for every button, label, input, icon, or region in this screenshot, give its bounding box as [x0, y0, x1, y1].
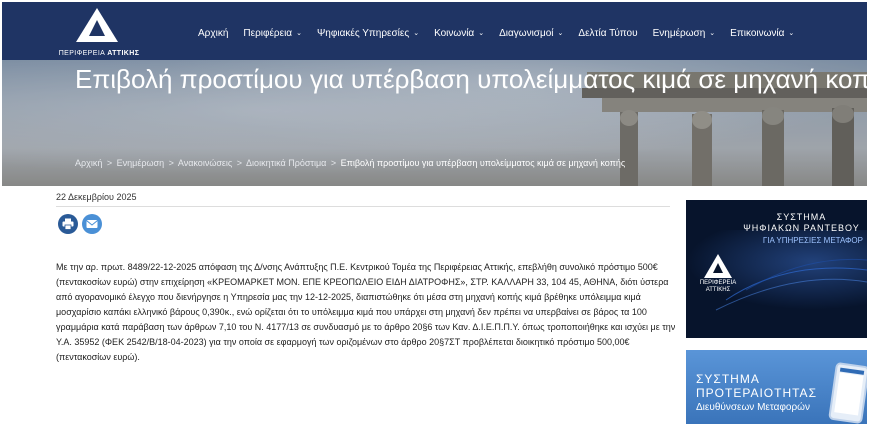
breadcrumb-home[interactable]: Αρχική: [75, 158, 102, 168]
print-icon: [62, 218, 74, 230]
priority-system-banner[interactable]: ΣΥΣΤΗΜΑ ΠΡΟΤΕΡΑΙΟΤΗΤΑΣ Διευθύνσεων Μεταφο…: [686, 350, 867, 424]
nav-item-home[interactable]: Αρχική: [198, 28, 228, 39]
nav-item-digital-services[interactable]: Ψηφιακές Υπηρεσίες ⌄: [317, 28, 419, 39]
divider: [56, 206, 670, 207]
main-nav: Αρχική Περιφέρεια ⌄ Ψηφιακές Υπηρεσίες ⌄ Κ…: [198, 24, 809, 42]
breadcrumb-news[interactable]: Ενημέρωση: [117, 158, 164, 168]
article-body: Με την αρ. πρωτ. 8489/22-12-2025 απόφαση…: [56, 262, 676, 362]
breadcrumb-announcements[interactable]: Ανακοινώσεις: [178, 158, 232, 168]
chevron-down-icon: ⌄: [709, 29, 716, 37]
email-button[interactable]: [82, 214, 102, 234]
mail-icon: [86, 220, 98, 228]
breadcrumb-current: Επιβολή προστίμου για υπέρβαση υπολείμμα…: [340, 158, 626, 168]
nav-item-contact[interactable]: Επικοινωνία ⌄: [730, 28, 794, 39]
breadcrumb: Αρχική > Ενημέρωση > Ανακοινώσεις > Διοι…: [75, 158, 626, 168]
phone-image: [828, 361, 867, 424]
nav-item-news[interactable]: Ενημέρωση ⌄: [653, 28, 716, 39]
logo-triangle-icon: [704, 254, 732, 278]
article-date: 22 Δεκεμβρίου 2025: [56, 192, 137, 202]
nav-item-society[interactable]: Κοινωνία ⌄: [434, 28, 484, 39]
breadcrumb-administrative-fines[interactable]: Διοικητικά Πρόστιμα: [246, 158, 326, 168]
chevron-down-icon: ⌄: [296, 29, 302, 37]
banner-title: ΣΥΣΤΗΜΑ ΨΗΦΙΑΚΩΝ ΡΑΝΤΕΒΟΥ: [743, 212, 860, 233]
page-title: Επιβολή προστίμου για υπέρβαση υπολείμμα…: [75, 64, 867, 94]
nav-item-tenders[interactable]: Διαγωνισμοί ⌄: [499, 28, 563, 39]
chevron-down-icon: ⌄: [478, 29, 485, 37]
banner-logo-text: ΠΕΡΙΦΕΡΕΙΑ ΑΤΤΙΚΗΣ: [699, 280, 737, 293]
banner-subtitle: ΓΙΑ ΥΠΗΡΕΣΙΕΣ ΜΕΤΑΦΟΡ: [762, 236, 863, 245]
nav-item-region[interactable]: Περιφέρεια ⌄: [243, 28, 302, 39]
logo-text: ΠΕΡΙΦΕΡΕΙΑ ΑΤΤΙΚΗΣ: [58, 50, 140, 57]
nav-item-press-releases[interactable]: Δελτία Τύπου: [578, 28, 637, 39]
logo-triangle-icon: [76, 8, 118, 42]
site-header: ΠΕΡΙΦΕΡΕΙΑ ΑΤΤΙΚΗΣ Αρχική Περιφέρεια ⌄ Ψη…: [2, 2, 867, 60]
digital-appointments-banner[interactable]: ΣΥΣΤΗΜΑ ΨΗΦΙΑΚΩΝ ΡΑΝΤΕΒΟΥ ΓΙΑ ΥΠΗΡΕΣΙΕΣ Μ…: [686, 200, 867, 338]
chevron-down-icon: ⌄: [557, 29, 564, 37]
site-logo[interactable]: ΠΕΡΙΦΕΡΕΙΑ ΑΤΤΙΚΗΣ: [54, 6, 144, 58]
print-button[interactable]: [58, 214, 78, 234]
banner-subtitle: Διευθύνσεων Μεταφορών: [696, 402, 810, 413]
chevron-down-icon: ⌄: [788, 29, 795, 37]
banner-logo: ΠΕΡΙΦΕΡΕΙΑ ΑΤΤΙΚΗΣ: [696, 252, 740, 293]
banner-title: ΣΥΣΤΗΜΑ ΠΡΟΤΕΡΑΙΟΤΗΤΑΣ: [696, 372, 817, 400]
hero-banner: Επιβολή προστίμου για υπέρβαση υπολείμμα…: [2, 60, 867, 186]
chevron-down-icon: ⌄: [413, 29, 420, 37]
